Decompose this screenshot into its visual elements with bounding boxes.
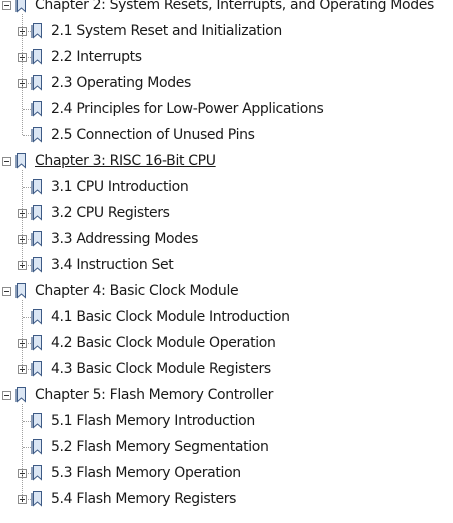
- tree-item-section[interactable]: 3.4 Instruction Set: [0, 253, 453, 279]
- collapse-icon[interactable]: [2, 287, 11, 296]
- section-label[interactable]: 4.2 Basic Clock Module Operation: [51, 333, 276, 353]
- bookmark-icon: [31, 334, 43, 351]
- section-label[interactable]: 4.1 Basic Clock Module Introduction: [51, 307, 290, 327]
- tree-item-section[interactable]: 4.2 Basic Clock Module Operation: [0, 331, 453, 357]
- bookmark-icon: [31, 178, 43, 195]
- section-label[interactable]: 2.5 Connection of Unused Pins: [51, 125, 255, 145]
- tree-item-chapter[interactable]: Chapter 2: System Resets, Interrupts, an…: [0, 0, 453, 19]
- chapter-label[interactable]: Chapter 5: Flash Memory Controller: [35, 385, 273, 405]
- tree-item-section[interactable]: 3.2 CPU Registers: [0, 201, 453, 227]
- tree-guide-line: [28, 57, 31, 58]
- section-label[interactable]: 2.2 Interrupts: [51, 47, 142, 67]
- tree-guide-line: [28, 473, 31, 474]
- chapter-label[interactable]: Chapter 2: System Resets, Interrupts, an…: [35, 0, 434, 15]
- bookmark-icon: [31, 256, 43, 273]
- section-label[interactable]: 3.1 CPU Introduction: [51, 177, 189, 197]
- tree-guide-line: [23, 135, 31, 136]
- tree-guide-line: [28, 213, 31, 214]
- bookmark-icon: [31, 100, 43, 117]
- tree-guide-line: [28, 343, 31, 344]
- bookmark-icon: [15, 282, 27, 299]
- tree-guide-line: [28, 369, 31, 370]
- tree-item-section[interactable]: 4.1 Basic Clock Module Introduction: [0, 305, 453, 331]
- section-label[interactable]: 5.4 Flash Memory Registers: [51, 489, 236, 509]
- chapter-label[interactable]: Chapter 4: Basic Clock Module: [35, 281, 239, 301]
- section-label[interactable]: 5.1 Flash Memory Introduction: [51, 411, 255, 431]
- tree-guide-line: [28, 265, 31, 266]
- tree-guide-line: [23, 109, 31, 110]
- tree-guide-line: [23, 421, 31, 422]
- section-label[interactable]: 5.2 Flash Memory Segmentation: [51, 437, 269, 457]
- tree-item-section[interactable]: 5.3 Flash Memory Operation: [0, 461, 453, 487]
- tree-guide-line: [28, 499, 31, 500]
- tree-item-section[interactable]: 2.2 Interrupts: [0, 45, 453, 71]
- tree-guide-line: [22, 14, 23, 135]
- tree-item-section[interactable]: 3.1 CPU Introduction: [0, 175, 453, 201]
- bookmark-icon: [31, 438, 43, 455]
- bookmarks-tree: Chapter 2: System Resets, Interrupts, an…: [0, 0, 453, 513]
- tree-guide-line: [22, 300, 23, 369]
- bookmark-icon: [15, 0, 27, 13]
- tree-item-section[interactable]: 3.3 Addressing Modes: [0, 227, 453, 253]
- tree-guide-line: [23, 317, 31, 318]
- bookmark-icon: [31, 126, 43, 143]
- tree-item-section[interactable]: 2.3 Operating Modes: [0, 71, 453, 97]
- tree-guide-line: [22, 404, 23, 499]
- section-label[interactable]: 3.4 Instruction Set: [51, 255, 174, 275]
- tree-guide-line: [23, 447, 31, 448]
- bookmark-icon: [31, 204, 43, 221]
- section-label[interactable]: 3.2 CPU Registers: [51, 203, 170, 223]
- bookmark-icon: [31, 360, 43, 377]
- section-label[interactable]: 2.3 Operating Modes: [51, 73, 191, 93]
- collapse-icon[interactable]: [2, 1, 11, 10]
- section-label[interactable]: 5.3 Flash Memory Operation: [51, 463, 241, 483]
- bookmark-icon: [15, 386, 27, 403]
- tree-guide-line: [28, 239, 31, 240]
- tree-item-section[interactable]: 2.5 Connection of Unused Pins: [0, 123, 453, 149]
- tree-guide-line: [23, 187, 31, 188]
- collapse-icon[interactable]: [2, 157, 11, 166]
- section-label[interactable]: 2.4 Principles for Low-Power Application…: [51, 99, 324, 119]
- bookmark-icon: [31, 74, 43, 91]
- tree-item-section[interactable]: 5.4 Flash Memory Registers: [0, 487, 453, 513]
- section-label[interactable]: 2.1 System Reset and Initialization: [51, 21, 282, 41]
- tree-item-section[interactable]: 2.4 Principles for Low-Power Application…: [0, 97, 453, 123]
- tree-item-chapter[interactable]: Chapter 5: Flash Memory Controller: [0, 383, 453, 409]
- bookmark-icon: [15, 152, 27, 169]
- bookmark-icon: [31, 490, 43, 507]
- tree-guide-line: [28, 83, 31, 84]
- chapter-label[interactable]: Chapter 3: RISC 16-Bit CPU: [35, 151, 216, 171]
- tree-item-section[interactable]: 4.3 Basic Clock Module Registers: [0, 357, 453, 383]
- tree-item-section[interactable]: 5.1 Flash Memory Introduction: [0, 409, 453, 435]
- tree-item-section[interactable]: 2.1 System Reset and Initialization: [0, 19, 453, 45]
- bookmark-icon: [31, 48, 43, 65]
- bookmark-icon: [31, 412, 43, 429]
- bookmark-icon: [31, 230, 43, 247]
- tree-item-section[interactable]: 5.2 Flash Memory Segmentation: [0, 435, 453, 461]
- bookmark-icon: [31, 308, 43, 325]
- section-label[interactable]: 4.3 Basic Clock Module Registers: [51, 359, 271, 379]
- bookmark-icon: [31, 22, 43, 39]
- tree-item-chapter[interactable]: Chapter 4: Basic Clock Module: [0, 279, 453, 305]
- collapse-icon[interactable]: [2, 391, 11, 400]
- tree-guide-line: [22, 170, 23, 265]
- section-label[interactable]: 3.3 Addressing Modes: [51, 229, 198, 249]
- tree-item-chapter[interactable]: Chapter 3: RISC 16-Bit CPU: [0, 149, 453, 175]
- bookmark-icon: [31, 464, 43, 481]
- tree-guide-line: [28, 31, 31, 32]
